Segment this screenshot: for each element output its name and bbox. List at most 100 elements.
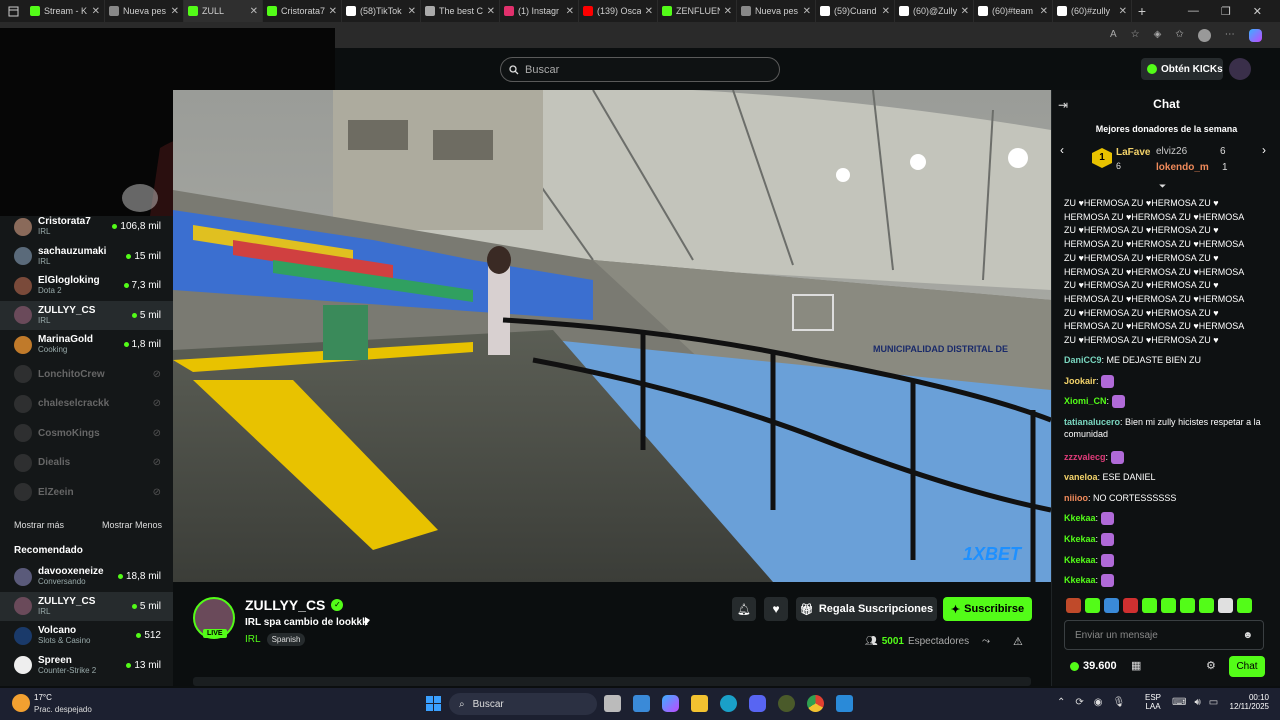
channel-item[interactable]: chaleselcrackk ⊘ <box>0 389 173 418</box>
channel-name[interactable]: ZULLYY_CS <box>245 597 325 613</box>
profile-icon[interactable] <box>1197 29 1211 42</box>
channel-item[interactable]: ZULLYY_CS IRL 5 mil <box>0 300 173 330</box>
network-icon[interactable]: ⌨ <box>1172 697 1186 708</box>
copilot-app-icon[interactable] <box>662 695 679 712</box>
close-tab-icon[interactable]: ✕ <box>1040 6 1048 17</box>
window-menu-icon[interactable] <box>0 0 26 22</box>
browser-tab[interactable]: Nueva pes ✕ <box>105 0 184 22</box>
volume-icon[interactable]: 🔊︎ <box>1194 697 1200 708</box>
chat-username[interactable]: Jookair <box>1064 376 1096 386</box>
browser-tab[interactable]: (1) Instagr ✕ <box>500 0 579 22</box>
favorite-star-icon[interactable]: ☆ <box>1131 29 1140 42</box>
close-tab-icon[interactable]: ✕ <box>408 6 416 17</box>
tray-app-icon[interactable]: ◉ <box>1094 697 1103 708</box>
chat-message-input[interactable]: Enviar un mensaje ☻ <box>1064 620 1264 650</box>
battery-icon[interactable]: ▭ <box>1209 697 1218 708</box>
maximize-button[interactable]: ❐ <box>1221 5 1231 18</box>
browser-tab[interactable]: (60)@Zully ✕ <box>895 0 974 22</box>
follow-heart-icon[interactable]: ♥ <box>764 597 788 621</box>
emote-icon[interactable] <box>1180 598 1195 613</box>
top3-name[interactable]: lokendo_m <box>1156 162 1209 173</box>
top2-name[interactable]: elviz26 <box>1156 146 1187 157</box>
notification-bell-icon[interactable]: 🔔︎ <box>732 597 756 621</box>
browser-tab[interactable]: (139) Osca ✕ <box>579 0 658 22</box>
new-tab-button[interactable]: + <box>1132 3 1152 19</box>
close-tab-icon[interactable]: ✕ <box>724 6 732 17</box>
close-tab-icon[interactable]: ✕ <box>329 6 337 17</box>
chat-username[interactable]: tatianalucero <box>1064 417 1120 427</box>
subscribe-button[interactable]: ✦ Suscribirse <box>943 597 1032 621</box>
tray-sync-icon[interactable]: ⟳ <box>1075 697 1083 708</box>
close-tab-icon[interactable]: ✕ <box>250 6 258 17</box>
close-tab-icon[interactable]: ✕ <box>1119 6 1127 17</box>
channel-item[interactable]: MarinaGold Cooking 1,8 mil <box>0 330 173 359</box>
chat-username[interactable]: Kkekaa <box>1064 575 1096 585</box>
channel-item[interactable]: Diealis ⊘ <box>0 448 173 477</box>
extensions-icon[interactable]: ◈ <box>1154 29 1162 42</box>
chat-username[interactable]: Kkekaa <box>1064 513 1096 523</box>
gift-subs-button[interactable]: 🎁︎ Regala Suscripciones <box>796 597 937 621</box>
chrome-icon[interactable] <box>807 695 824 712</box>
chat-username[interactable]: vaneloa <box>1064 472 1098 482</box>
pinned-toggle-icon[interactable]: ⏷ <box>1159 181 1166 192</box>
show-less-link[interactable]: Mostrar Menos <box>102 520 162 530</box>
windows-start-icon[interactable] <box>426 696 441 711</box>
chat-username[interactable]: DaniCC9 <box>1064 355 1102 365</box>
channel-item[interactable]: Spreen Counter-Strike 2 13 mil <box>0 651 173 680</box>
store-app-icon[interactable] <box>633 695 650 712</box>
close-tab-icon[interactable]: ✕ <box>566 6 574 17</box>
channel-item[interactable]: ElGlogloking Dota 2 7,3 mil <box>0 271 173 300</box>
chat-username[interactable]: Kkekaa <box>1064 555 1096 565</box>
browser-tab[interactable]: Stream - K ✕ <box>26 0 105 22</box>
emote-icon[interactable] <box>1123 598 1138 613</box>
input-language[interactable]: ESP LAA <box>1145 693 1161 711</box>
browser-tab[interactable]: Cristorata7 ✕ <box>263 0 342 22</box>
discord-icon[interactable] <box>749 695 766 712</box>
channel-item[interactable]: sachauzumaki IRL 15 mil <box>0 242 173 271</box>
close-tab-icon[interactable]: ✕ <box>645 6 653 17</box>
read-aloud-icon[interactable]: A <box>1110 29 1117 42</box>
chat-username[interactable]: Kkekaa <box>1064 534 1096 544</box>
copilot-icon[interactable] <box>1248 29 1262 42</box>
user-avatar[interactable] <box>1229 58 1251 80</box>
browser-tab[interactable]: (59)Cuand ✕ <box>816 0 895 22</box>
show-more-link[interactable]: Mostrar más <box>14 520 64 530</box>
taskbar-search[interactable]: ⌕ Buscar <box>449 693 597 715</box>
emoji-picker-icon[interactable]: ☻ <box>1242 630 1253 641</box>
top1-name[interactable]: LaFave <box>1116 147 1150 158</box>
emote-icon[interactable] <box>1161 598 1176 613</box>
stream-category[interactable]: IRL <box>245 634 261 645</box>
close-tab-icon[interactable]: ✕ <box>882 6 890 17</box>
leaderboard-next-icon[interactable]: › <box>1262 143 1266 157</box>
close-tab-icon[interactable]: ✕ <box>961 6 969 17</box>
browser-tab[interactable]: ZULL ✕ <box>184 0 263 22</box>
chat-username[interactable]: Xiomi_CN <box>1064 396 1107 406</box>
app-icon-2[interactable] <box>836 695 853 712</box>
channel-item[interactable]: LonchitoCrew ⊘ <box>0 360 173 389</box>
channel-item[interactable]: ElZeein ⊘ <box>0 478 173 507</box>
share-icon[interactable]: ⤳ <box>982 636 990 647</box>
emote-icon[interactable] <box>1104 598 1119 613</box>
search-input[interactable]: Buscar <box>500 57 780 82</box>
emote-icon[interactable] <box>1066 598 1081 613</box>
edge-icon[interactable] <box>720 695 737 712</box>
channel-item[interactable]: Cristorata7 IRL 106,8 mil <box>0 212 173 241</box>
channel-item[interactable]: davooxeneize Conversando 18,8 mil <box>0 562 173 591</box>
close-tab-icon[interactable]: ✕ <box>803 6 811 17</box>
weather-icon[interactable] <box>12 694 30 712</box>
emote-icon[interactable] <box>1085 598 1100 613</box>
app-icon[interactable] <box>778 695 795 712</box>
leaderboard-prev-icon[interactable]: ‹ <box>1060 143 1064 157</box>
close-window-button[interactable]: ✕ <box>1253 5 1262 18</box>
favorites-icon[interactable]: ✩ <box>1175 29 1183 42</box>
browser-tab[interactable]: (58)TikTok ✕ <box>342 0 421 22</box>
tray-mic-icon[interactable]: 🎙︎ <box>1113 697 1126 708</box>
report-icon[interactable]: ⚠ <box>1013 635 1023 648</box>
kicks-balance[interactable]: 39.600 <box>1070 660 1117 672</box>
emote-icon[interactable] <box>1218 598 1233 613</box>
language-tag[interactable]: Spanish <box>266 633 306 646</box>
browser-tab[interactable]: (60)#zully ✕ <box>1053 0 1132 22</box>
chat-username[interactable]: zzzvalecg <box>1064 452 1106 462</box>
minimize-button[interactable]: — <box>1188 5 1199 18</box>
more-menu-icon[interactable]: ⋯ <box>1225 29 1235 42</box>
